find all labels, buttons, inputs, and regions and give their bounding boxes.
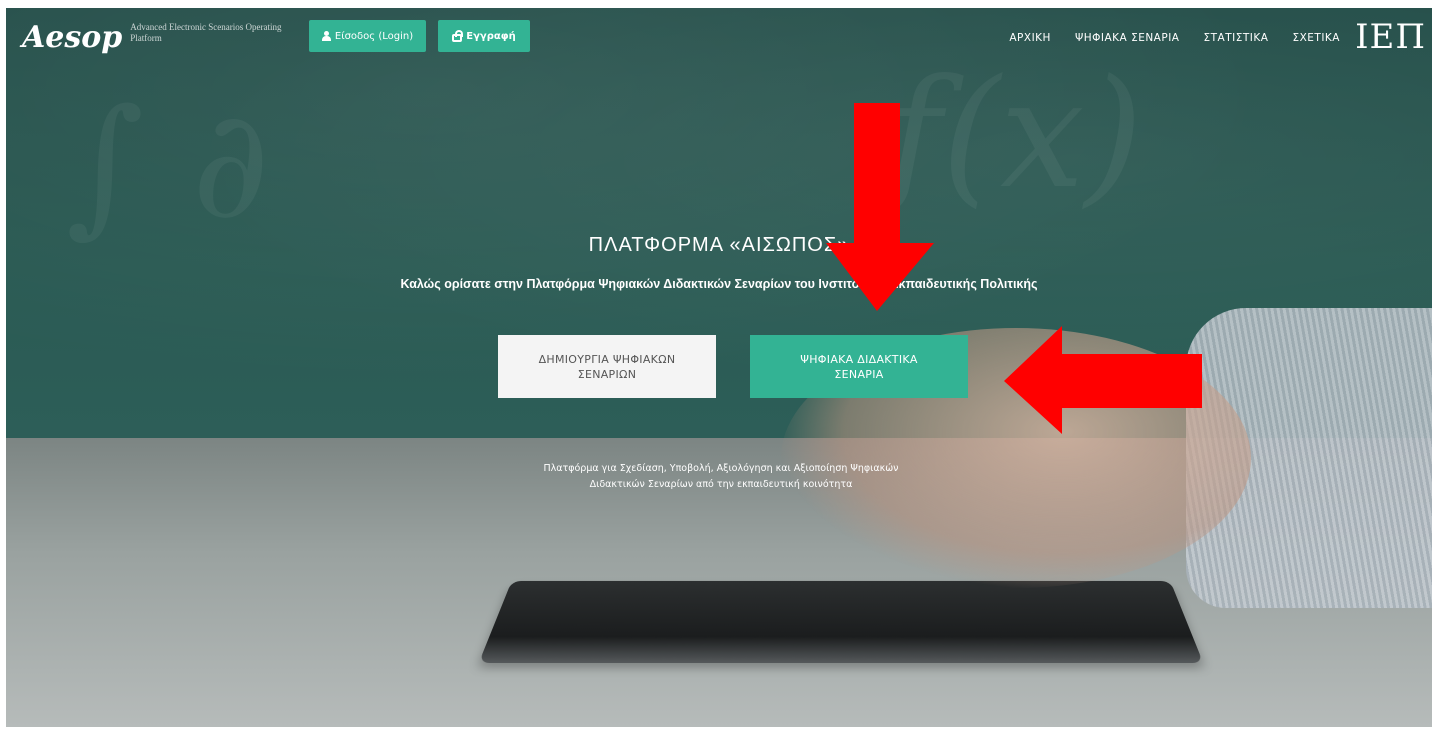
iep-logo[interactable]: ΙΕΠ — [1355, 20, 1426, 54]
user-icon — [321, 31, 331, 41]
create-scenarios-label: ΔΗΜΙΟΥΡΓΙΑ ΨΗΦΙΑΚΩΝ ΣΕΝΑΡΙΩΝ — [538, 352, 676, 381]
main-nav: ΑΡΧΙΚΗ ΨΗΦΙΑΚΑ ΣΕΝΑΡΙΑ ΣΤΑΤΙΣΤΙΚΑ ΣΧΕΤΙΚ… — [1009, 32, 1340, 44]
create-scenarios-button[interactable]: ΔΗΜΙΟΥΡΓΙΑ ΨΗΦΙΑΚΩΝ ΣΕΝΑΡΙΩΝ — [498, 335, 716, 398]
login-button[interactable]: Είσοδος (Login) — [309, 20, 426, 52]
digital-scenarios-label: ΨΗΦΙΑΚΑ ΔΙΔΑΚΤΙΚΑ ΣΕΝΑΡΙΑ — [800, 352, 918, 381]
down-arrow-annotation — [826, 103, 934, 311]
register-label: Εγγραφή — [466, 30, 516, 42]
page-title: ΠΛΑΤΦΟΡΜΑ «ΑΙΣΩΠΟΣ» — [588, 234, 850, 256]
hero-description-line-2: Διδακτικών Σεναρίων από την εκπαιδευτική… — [589, 479, 853, 490]
register-button[interactable]: Εγγραφή — [438, 20, 530, 52]
tablet-image — [478, 580, 1204, 664]
login-label: Είσοδος (Login) — [334, 30, 414, 42]
nav-item-home[interactable]: ΑΡΧΙΚΗ — [1009, 32, 1051, 44]
digital-scenarios-button[interactable]: ΨΗΦΙΑΚΑ ΔΙΔΑΚΤΙΚΑ ΣΕΝΑΡΙΑ — [750, 335, 968, 398]
nav-item-about[interactable]: ΣΧΕΤΙΚΑ — [1292, 32, 1340, 44]
chalk-scribble: ∫ ∂ — [66, 78, 270, 252]
left-arrow-annotation — [1004, 326, 1202, 434]
nav-item-digital-scenarios[interactable]: ΨΗΦΙΑΚΑ ΣΕΝΑΡΙΑ — [1075, 32, 1180, 44]
hero-description: Πλατφόρμα για Σχεδίαση, Υποβολή, Αξιολόγ… — [486, 461, 956, 493]
site-logo[interactable]: Aesop Advanced Electronic Scenarios Oper… — [22, 22, 290, 54]
lock-icon — [452, 29, 464, 42]
logo-wordmark: Aesop — [22, 20, 123, 55]
navbar: Aesop Advanced Electronic Scenarios Oper… — [6, 8, 1432, 72]
hero-description-line-1: Πλατφόρμα για Σχεδίαση, Υποβολή, Αξιολόγ… — [543, 463, 899, 474]
screenshot-frame: ∫ ∂ ƒ(x) Aesop Advanced Electronic Scena… — [6, 8, 1432, 727]
nav-item-statistics[interactable]: ΣΤΑΤΙΣΤΙΚΑ — [1203, 32, 1268, 44]
page-subtitle: Καλώς ορίσατε στην Πλατφόρμα Ψηφιακών Δι… — [400, 277, 1038, 291]
logo-tagline: Advanced Electronic Scenarios Operating … — [130, 22, 282, 43]
